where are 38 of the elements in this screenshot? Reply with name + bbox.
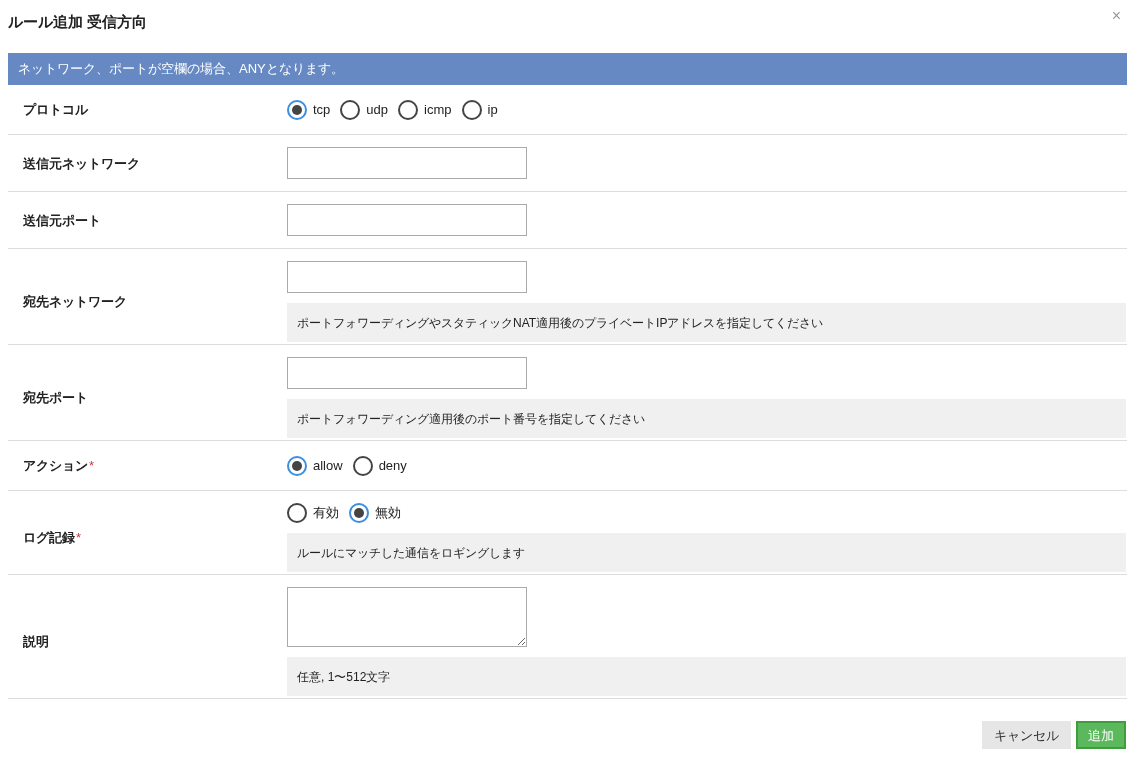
help-text: 任意, 1〜512文字 xyxy=(287,657,1126,696)
textarea-field[interactable] xyxy=(287,587,527,647)
help-text: ポートフォワーディングやスタティックNAT適用後のプライベートIPアドレスを指定してください xyxy=(287,303,1126,342)
radio-button[interactable] xyxy=(398,99,419,120)
radio-button[interactable] xyxy=(461,99,482,120)
radio-option[interactable]: ip xyxy=(461,99,498,120)
radio-button[interactable] xyxy=(340,99,361,120)
radio-button[interactable] xyxy=(349,503,369,523)
field-label: ログ記録 xyxy=(23,531,75,544)
radio-option[interactable]: tcp xyxy=(287,99,331,120)
field-label: プロトコル xyxy=(23,103,88,116)
radio-option[interactable]: 有効 xyxy=(287,503,339,523)
cancel-button[interactable]: キャンセル xyxy=(982,721,1071,749)
notice-banner: ネットワーク、ポートが空欄の場合、ANYとなります。 xyxy=(8,53,1127,85)
field-label: 送信元ネットワーク xyxy=(23,156,140,170)
required-mark: * xyxy=(89,456,95,475)
radio-option[interactable]: allow xyxy=(287,455,343,476)
radio-option[interactable]: 無効 xyxy=(349,503,401,523)
radio-option[interactable]: deny xyxy=(352,455,407,476)
input-field[interactable] xyxy=(287,147,527,179)
radio-button[interactable] xyxy=(287,99,307,120)
radio-button[interactable] xyxy=(352,455,373,476)
required-mark: * xyxy=(76,528,82,547)
field-label: 説明 xyxy=(23,635,49,648)
field-label: 宛先ポート xyxy=(23,391,88,404)
input-field[interactable] xyxy=(287,261,527,293)
radio-option[interactable]: udp xyxy=(340,99,389,120)
radio-button[interactable] xyxy=(287,455,307,476)
field-label: 宛先ネットワーク xyxy=(23,295,127,308)
field-label: 送信元ポート xyxy=(23,213,101,227)
dialog-title: ルール追加 受信方向 xyxy=(8,12,148,32)
radio-option[interactable]: icmp xyxy=(398,99,452,120)
help-text: ポートフォワーディング適用後のポート番号を指定してください xyxy=(287,399,1126,438)
field-label: アクション xyxy=(23,459,88,472)
input-field[interactable] xyxy=(287,357,527,389)
input-field[interactable] xyxy=(287,204,527,236)
help-text: ルールにマッチした通信をロギングします xyxy=(287,533,1126,572)
radio-button[interactable] xyxy=(287,503,307,523)
